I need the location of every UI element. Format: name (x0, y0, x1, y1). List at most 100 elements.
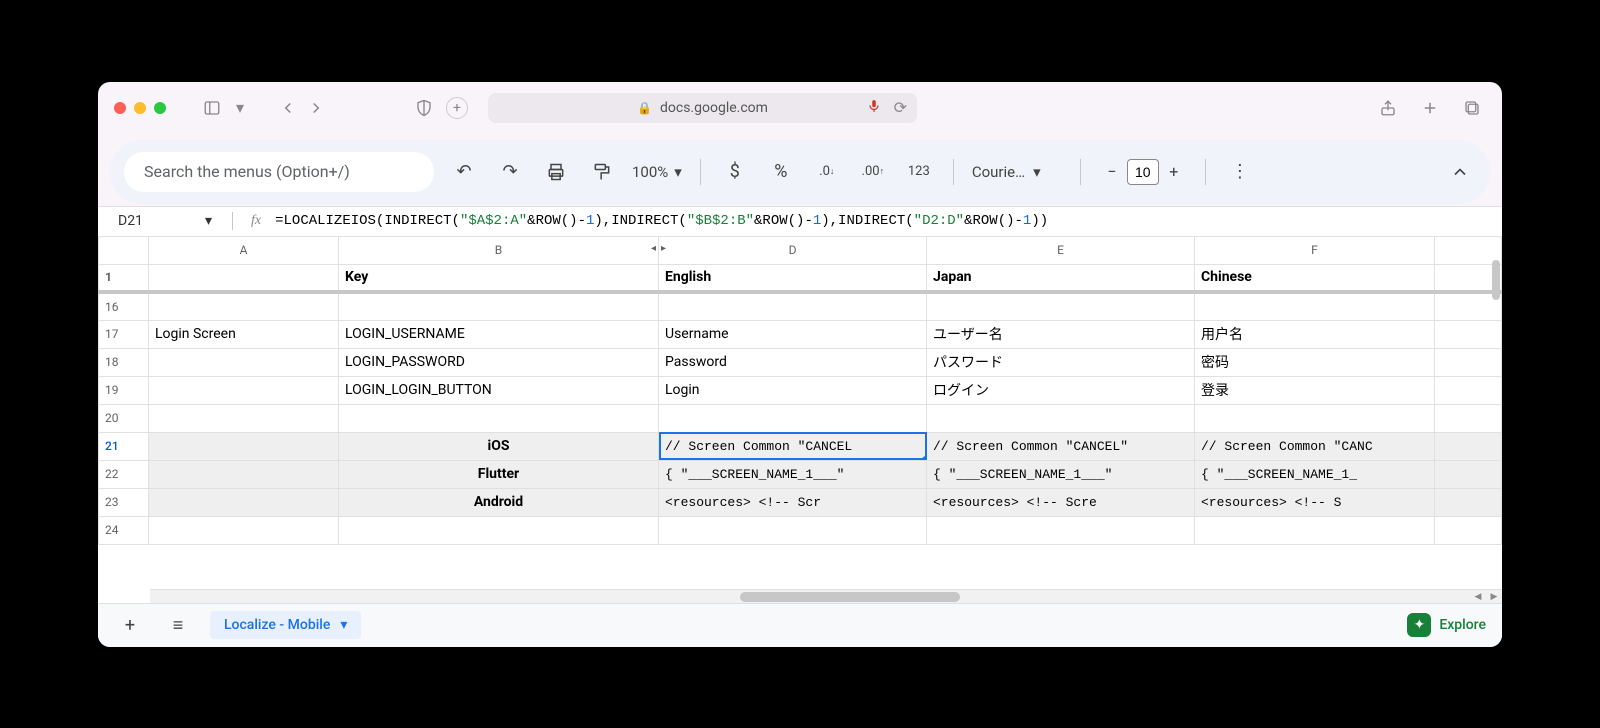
cell[interactable]: English (659, 264, 927, 292)
cell[interactable] (149, 348, 339, 376)
cell[interactable]: パスワード (927, 348, 1195, 376)
row-header[interactable]: 21 (99, 432, 149, 460)
cell[interactable]: Key (339, 264, 659, 292)
cell[interactable] (1435, 488, 1502, 516)
plus-icon[interactable] (1416, 94, 1444, 122)
cell[interactable]: { "___SCREEN_NAME_1___" (659, 460, 927, 488)
font-size-input[interactable] (1127, 159, 1159, 185)
cell[interactable]: { "___SCREEN_NAME_1___" (927, 460, 1195, 488)
chevron-down-icon[interactable]: ▾ (226, 94, 254, 122)
increase-font-size-button[interactable]: + (1161, 159, 1187, 185)
close-window-button[interactable] (114, 102, 126, 114)
vertical-scrollbar[interactable] (1492, 260, 1500, 300)
row-header[interactable]: 17 (99, 320, 149, 348)
fullscreen-window-button[interactable] (154, 102, 166, 114)
increase-decimal-button[interactable]: .00↑ (857, 156, 889, 188)
decrease-decimal-button[interactable]: .0↓ (811, 156, 843, 188)
cell[interactable]: Flutter (339, 460, 659, 488)
cell[interactable]: ログイン (927, 376, 1195, 404)
cell[interactable]: Password (659, 348, 927, 376)
new-tab-icon[interactable]: + (446, 97, 468, 119)
scroll-left-icon[interactable]: ◀ (1470, 590, 1486, 603)
undo-button[interactable]: ↶ (448, 156, 480, 188)
cell[interactable]: 密码 (1195, 348, 1435, 376)
cell[interactable] (339, 292, 659, 320)
print-button[interactable] (540, 156, 572, 188)
spreadsheet-grid[interactable]: A B D E F 1 Key English Japan Chinese 16… (98, 236, 1502, 603)
cell[interactable] (149, 264, 339, 292)
decrease-font-size-button[interactable]: − (1099, 159, 1125, 185)
cell[interactable]: Android (339, 488, 659, 516)
cell[interactable] (1195, 516, 1435, 544)
more-formats-button[interactable]: 123 (903, 156, 935, 188)
cell[interactable]: Username (659, 320, 927, 348)
row-header[interactable]: 23 (99, 488, 149, 516)
address-bar[interactable]: 🔒 docs.google.com ⟳ (488, 93, 917, 123)
cell[interactable] (1435, 320, 1502, 348)
cell[interactable]: 用户名 (1195, 320, 1435, 348)
sheet-tab-active[interactable]: Localize - Mobile ▾ (210, 611, 361, 639)
microphone-icon[interactable] (867, 98, 881, 117)
cell[interactable] (149, 376, 339, 404)
column-header-D[interactable]: D (659, 236, 927, 264)
cell[interactable]: Japan (927, 264, 1195, 292)
row-header[interactable]: 1 (99, 264, 149, 292)
cell[interactable]: // Screen Common "CANC (1195, 432, 1435, 460)
row-header[interactable]: 22 (99, 460, 149, 488)
row-header[interactable]: 19 (99, 376, 149, 404)
forward-button[interactable] (302, 94, 330, 122)
cell[interactable]: // Screen Common "CANCEL" (927, 432, 1195, 460)
row-header[interactable]: 18 (99, 348, 149, 376)
sidebar-icon[interactable] (198, 94, 226, 122)
cell[interactable]: { "___SCREEN_NAME_1_ (1195, 460, 1435, 488)
cell[interactable] (149, 460, 339, 488)
cell[interactable]: Chinese (1195, 264, 1435, 292)
scroll-right-icon[interactable]: ▶ (1486, 590, 1502, 603)
minimize-window-button[interactable] (134, 102, 146, 114)
row-header[interactable]: 24 (99, 516, 149, 544)
chevron-down-icon[interactable]: ▾ (340, 617, 347, 633)
cell[interactable]: Login Screen (149, 320, 339, 348)
cell[interactable] (1435, 376, 1502, 404)
add-sheet-button[interactable]: + (114, 609, 146, 641)
explore-button[interactable]: ✦ Explore (1407, 613, 1486, 637)
cell[interactable]: <resources> <!-- Scr (659, 488, 927, 516)
cell[interactable] (1435, 516, 1502, 544)
column-header-F[interactable]: F (1195, 236, 1435, 264)
row-header[interactable]: 20 (99, 404, 149, 432)
zoom-select[interactable]: 100% ▾ (632, 163, 682, 181)
cell[interactable]: <resources> <!-- Scre (927, 488, 1195, 516)
cell[interactable] (1435, 432, 1502, 460)
column-header-B[interactable]: B (339, 236, 659, 264)
cell[interactable]: <resources> <!-- S (1195, 488, 1435, 516)
cell[interactable] (149, 404, 339, 432)
cell[interactable] (659, 292, 927, 320)
column-header-A[interactable]: A (149, 236, 339, 264)
collapse-toolbar-button[interactable] (1444, 156, 1476, 188)
cell[interactable] (149, 432, 339, 460)
tabs-icon[interactable] (1458, 94, 1486, 122)
shield-icon[interactable] (410, 94, 438, 122)
cell[interactable]: ユーザー名 (927, 320, 1195, 348)
cell[interactable] (1195, 404, 1435, 432)
cell[interactable] (659, 516, 927, 544)
cell[interactable]: Login (659, 376, 927, 404)
cell[interactable] (1435, 404, 1502, 432)
cell[interactable]: 登录 (1195, 376, 1435, 404)
cell[interactable] (1195, 292, 1435, 320)
cell[interactable] (149, 488, 339, 516)
column-header-blank[interactable] (1435, 236, 1502, 264)
more-vertical-icon[interactable]: ⋮ (1224, 156, 1256, 188)
selected-cell[interactable]: // Screen Common "CANCEL (659, 432, 927, 460)
currency-format-button[interactable]: $ (719, 156, 751, 188)
cell[interactable] (149, 516, 339, 544)
cell[interactable] (339, 516, 659, 544)
reload-icon[interactable]: ⟳ (894, 98, 907, 117)
menu-search-input[interactable]: Search the menus (Option+/) (124, 152, 434, 192)
formula-input[interactable]: =LOCALIZEIOS(INDIRECT("$A$2:A"&ROW()-1),… (275, 213, 1048, 229)
cell[interactable] (149, 292, 339, 320)
horizontal-scrollbar[interactable] (150, 589, 1482, 603)
cell[interactable]: LOGIN_LOGIN_BUTTON (339, 376, 659, 404)
scrollbar-thumb[interactable] (740, 592, 960, 602)
font-family-select[interactable]: Courie… ▾ (972, 163, 1062, 181)
